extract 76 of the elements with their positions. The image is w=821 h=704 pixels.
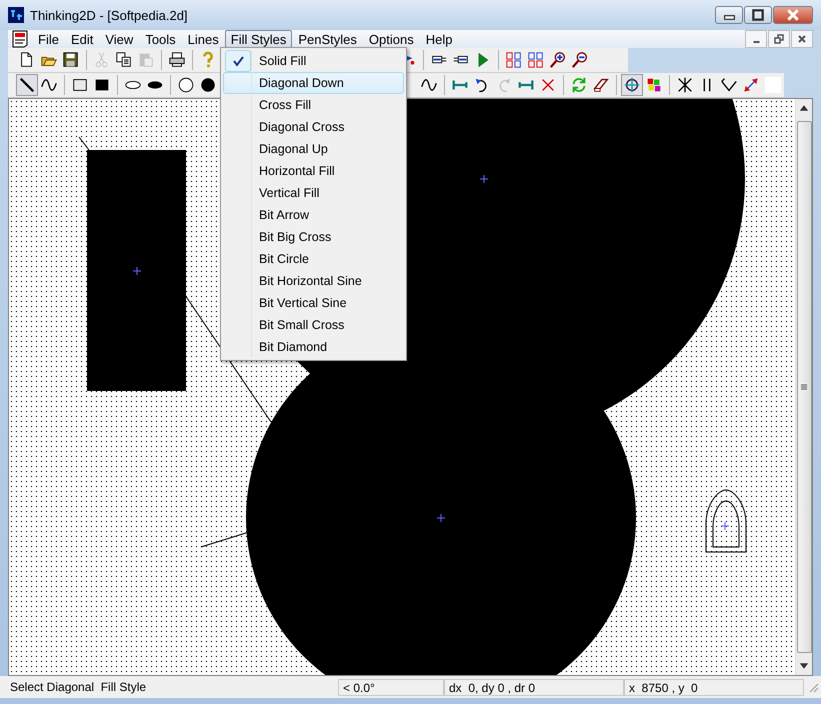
scrollbar-thumb[interactable]	[796, 121, 812, 653]
menu-item[interactable]: Fill Styles	[224, 30, 292, 48]
clipboard-icon	[137, 51, 155, 69]
menu-item[interactable]: Lines	[182, 30, 225, 48]
delta-readout: dx 0, dy 0 , dr 0	[444, 678, 624, 696]
crosshair-marker	[436, 514, 446, 522]
close-icon	[797, 34, 807, 44]
asterisk-icon	[676, 76, 694, 94]
menu-item[interactable]: Bit Arrow	[223, 204, 404, 226]
zoom-out-icon	[571, 51, 589, 69]
menu-item[interactable]: Diagonal Up	[223, 138, 404, 160]
rectangle-icon	[70, 76, 89, 94]
menu-item[interactable]: Edit	[64, 30, 100, 48]
status-message: Select Diagonal Fill Style	[9, 678, 148, 696]
menu-item[interactable]: Horizontal Fill	[223, 160, 404, 182]
menu-item[interactable]: Bit Big Cross	[223, 226, 404, 248]
menu-item[interactable]: Bit Vertical Sine	[223, 292, 404, 314]
close-icon	[786, 9, 800, 21]
diagonal-arrow-icon	[742, 76, 760, 94]
circle-icon	[176, 76, 195, 94]
minimize-button[interactable]	[715, 6, 743, 24]
wave-icon	[420, 76, 438, 94]
menu-item[interactable]: Diagonal Cross	[223, 116, 404, 138]
check-icon	[232, 55, 244, 67]
line-button[interactable]	[16, 74, 38, 96]
grip-icon	[801, 384, 807, 390]
menu-item[interactable]: View	[99, 30, 140, 48]
letters-grid-icon	[505, 51, 523, 69]
menu-item[interactable]: Vertical Fill	[223, 182, 404, 204]
refresh-icon	[570, 76, 588, 94]
minimize-icon	[752, 41, 760, 43]
minimize-icon	[724, 15, 734, 20]
angle-readout: < 0.0°	[338, 678, 444, 696]
menu-item[interactable]: Tools	[139, 30, 182, 48]
palette-icon	[645, 76, 664, 94]
menu-item[interactable]: Bit Small Cross	[223, 314, 404, 336]
letters-grid-icon	[527, 51, 545, 69]
menu-item[interactable]: PenStyles	[292, 30, 363, 48]
copy-icon	[115, 51, 133, 69]
crosshair-marker	[132, 266, 142, 276]
restore-button[interactable]	[768, 30, 790, 48]
menu-item[interactable]: Cross Fill	[223, 94, 404, 116]
crosshair-icon	[623, 76, 642, 94]
menu-item[interactable]: Bit Diamond	[223, 336, 404, 358]
crosshair-marker	[480, 174, 488, 184]
menu-item[interactable]: Options	[362, 30, 420, 48]
line	[200, 532, 250, 548]
resize-grip-icon[interactable]	[807, 681, 819, 693]
restore-icon	[774, 34, 784, 44]
printer-icon	[168, 51, 186, 69]
menu-item[interactable]: Diagonal Down	[223, 72, 404, 94]
minimize-button[interactable]	[745, 30, 767, 48]
menu-item[interactable]: File	[32, 30, 65, 48]
vee-icon	[720, 76, 738, 94]
menu-item[interactable]: Help	[420, 30, 458, 48]
floppy-icon	[62, 51, 80, 69]
window-title: Thinking2D - [Softpedia.2d]	[30, 8, 189, 22]
line-icon	[18, 76, 36, 94]
eraser-icon	[592, 76, 610, 94]
close-button[interactable]	[773, 6, 813, 24]
wave-icon	[40, 76, 58, 94]
menu-item[interactable]: Solid Fill	[223, 50, 404, 72]
filled-circle-icon	[198, 76, 217, 94]
menu-item[interactable]: Bit Horizontal Sine	[223, 270, 404, 292]
position-readout: x 8750 , y 0	[624, 678, 804, 696]
close-button[interactable]	[791, 30, 813, 48]
line	[78, 136, 90, 150]
maximize-button[interactable]	[744, 6, 772, 24]
crosshair-button[interactable]	[621, 74, 644, 96]
menu-item[interactable]: Bit Circle	[223, 248, 404, 270]
document-icon[interactable]	[12, 30, 28, 48]
zoom-in-icon	[549, 51, 567, 69]
maximize-icon	[751, 9, 765, 21]
vertical-scrollbar[interactable]	[795, 99, 812, 675]
app-icon	[8, 7, 24, 23]
drawing-canvas[interactable]	[9, 99, 795, 675]
